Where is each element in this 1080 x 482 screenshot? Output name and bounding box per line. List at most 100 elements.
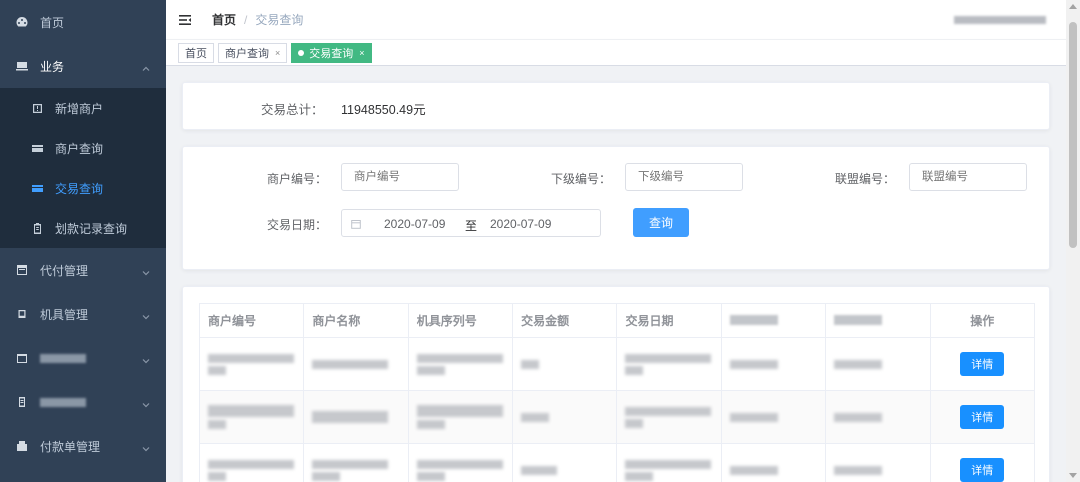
cell-redacted [303,443,409,482]
total-label: 交易总计： [261,103,324,117]
device-icon [16,308,28,320]
main-area: 首页 / 交易查询 首页 商户查询 × 交易查询 × 交易总计： 11948550.49… [166,0,1080,482]
sidebar-item-redacted-1[interactable] [0,336,166,380]
sub-no-input[interactable] [625,163,743,191]
cell-redacted [825,337,931,391]
header-amount: 交易金额 [512,303,618,338]
dashboard-icon [16,16,28,28]
cell-redacted [720,443,827,482]
cell-redacted [616,390,722,444]
sidebar-item-label: 新增商户 [55,101,104,116]
close-icon[interactable]: × [359,48,364,58]
tags-view: 首页 商户查询 × 交易查询 × [166,40,1080,66]
close-icon[interactable]: × [275,48,280,58]
alliance-no-label: 联盟编号： [834,172,895,186]
calendar-icon [351,218,361,229]
transaction-card-icon [32,183,43,194]
sidebar-item-device[interactable]: 机具管理 [0,292,166,336]
date-label: 交易日期： [266,218,327,232]
table-row: 详情 [198,443,1036,482]
table-header-row: 商户编号 商户名称 机具序列号 交易金额 交易日期 操作 [198,303,1036,338]
business-submenu: 新增商户 商户查询 交易查询 划款记录查询 [0,88,166,248]
sidebar-item-payment-order[interactable]: 付款单管理 [0,424,166,468]
sidebar-item-home[interactable]: 首页 [0,0,166,44]
sidebar-item-transaction-query[interactable]: 交易查询 [0,168,166,208]
sidebar-item-label: 划款记录查询 [55,221,128,236]
date-start[interactable]: 2020-07-09 [384,217,445,231]
transaction-table: 商户编号 商户名称 机具序列号 交易金额 交易日期 操作 详情 详情 详情 [198,303,1036,482]
calendar-icon [16,352,28,364]
date-end[interactable]: 2020-07-09 [490,217,551,231]
sidebar-item-transfer-record[interactable]: 划款记录查询 [0,208,166,248]
cell-redacted [825,390,931,444]
sidebar-item-redacted-2[interactable] [0,380,166,424]
breadcrumb-separator: / [244,13,248,27]
cell-redacted [407,443,514,482]
user-info-redacted[interactable] [954,16,1046,24]
scroll-down-arrow-icon[interactable] [1069,473,1077,478]
sidebar-item-add-merchant[interactable]: 新增商户 [0,88,166,128]
tag-home[interactable]: 首页 [178,42,214,63]
cell-redacted [407,390,514,444]
header-merchant-no: 商户编号 [198,303,305,338]
tag-label: 交易查询 [309,47,354,60]
cell-redacted [198,443,305,482]
redacted-label [40,353,86,363]
cell-redacted [616,337,722,391]
sidebar-item-label: 商户查询 [55,141,104,156]
merchant-card-icon [32,143,43,154]
header-operation: 操作 [929,303,1036,338]
cell-redacted [198,390,305,444]
cell-redacted [407,337,514,391]
merchant-no-input[interactable] [341,163,459,191]
scroll-up-arrow-icon[interactable] [1069,4,1077,9]
sidebar-item-label: 首页 [40,15,65,30]
cell-redacted [825,443,931,482]
vertical-scrollbar[interactable] [1066,0,1080,482]
header-redacted-1 [720,303,827,338]
cell-redacted [512,337,618,391]
navbar: 首页 / 交易查询 [166,0,1080,40]
chevron-up-icon [142,62,150,71]
sidebar-item-label: 付款单管理 [40,439,101,454]
header-device-serial: 机具序列号 [407,303,514,338]
header-merchant-name: 商户名称 [303,303,409,338]
detail-button[interactable]: 详情 [960,458,1005,482]
sidebar: 首页 业务 新增商户 商户查询 交易查询 划款记录查询 代付管理 机具管理 付款… [0,0,166,482]
header-redacted-2 [825,303,931,338]
sidebar-item-payment-agent[interactable]: 代付管理 [0,248,166,292]
query-button[interactable]: 查询 [633,208,689,237]
cell-redacted [512,443,618,482]
merchant-no-label: 商户编号： [266,172,327,186]
database-icon [16,396,28,408]
cell-redacted [512,390,618,444]
scrollbar-thumb[interactable] [1069,22,1077,248]
tag-merchant-query[interactable]: 商户查询 × [218,42,288,63]
briefcase-icon [16,60,28,72]
chevron-down-icon [142,442,150,452]
date-range-picker[interactable]: 2020-07-09 至 2020-07-09 [341,209,601,237]
sidebar-item-label: 机具管理 [40,307,89,322]
cell-redacted [720,390,827,444]
breadcrumb: 首页 / 交易查询 [212,11,303,28]
breadcrumb-home[interactable]: 首页 [212,13,236,27]
cell-operation: 详情 [929,443,1036,482]
alliance-no-input[interactable] [909,163,1027,191]
filter-card: 商户编号： 下级编号： 联盟编号： 交易日期： 2020-07-09 至 202… [182,146,1050,270]
sub-no-label: 下级编号： [550,172,611,186]
summary-card: 交易总计： 11948550.49元 [182,82,1050,130]
sidebar-item-label: 交易查询 [55,181,104,196]
active-dot-icon [298,49,305,56]
hamburger-icon[interactable] [178,13,192,27]
header-date: 交易日期 [616,303,722,338]
sidebar-item-merchant-query[interactable]: 商户查询 [0,128,166,168]
payment-agent-icon [16,264,28,276]
tag-transaction-query[interactable]: 交易查询 × [291,42,372,63]
transfer-record-icon [32,222,43,234]
sidebar-item-business[interactable]: 业务 [0,44,166,88]
detail-button[interactable]: 详情 [960,405,1005,429]
detail-button[interactable]: 详情 [960,352,1005,376]
chevron-down-icon [142,310,150,320]
cell-redacted [616,443,722,482]
payment-order-icon [16,440,28,452]
